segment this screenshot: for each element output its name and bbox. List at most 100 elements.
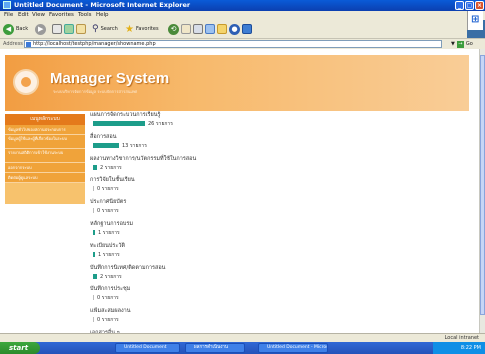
value-label: 13 รายการ <box>122 142 147 149</box>
chart-bar <box>93 273 97 279</box>
task-ie-window[interactable]: Untitled Document - Microsoft... <box>258 343 328 353</box>
chart-bar <box>93 229 95 235</box>
sidebar-item-contact[interactable]: ติดต่อผู้ดูแลระบบ <box>5 173 85 183</box>
search-icon[interactable]: ⚲ <box>92 24 99 34</box>
value-label: 1 รายการ <box>98 229 120 236</box>
chart-bar <box>93 142 119 148</box>
header-banner: Manager System ระบบบริหารจัดการข้อมูล ระ… <box>5 55 469 111</box>
category-label: บันทึกการประชุม <box>90 286 131 293</box>
chart-bar <box>93 186 94 192</box>
folder-icon[interactable] <box>217 24 227 34</box>
category-label: ผลงานทางวิชาการ/นวัตกรรมที่ใช้ในการสอน <box>90 155 197 162</box>
chart-bar <box>93 164 97 170</box>
chart-bar <box>93 295 94 301</box>
value-label: 26 รายการ <box>148 121 173 127</box>
stop-icon[interactable] <box>52 24 62 34</box>
sidebar-heading: เมนูหลักระบบ <box>5 114 85 125</box>
category-label: การวิจัยในชั้นเรียน <box>90 177 135 184</box>
history-icon[interactable]: ⟲ <box>168 23 179 35</box>
task-report[interactable]: ผลการดำเนินงาน <box>185 343 245 353</box>
start-button[interactable]: start <box>0 342 40 354</box>
address-label: Address <box>3 41 23 47</box>
taskbar: start Untitled Document ผลการดำเนินงาน U… <box>0 342 485 354</box>
logo <box>13 69 39 95</box>
category-label: หลักฐานการอบรม <box>90 220 133 227</box>
value-label: 0 รายการ <box>97 208 119 215</box>
value-label: 0 รายการ <box>97 186 119 193</box>
close-button[interactable]: × <box>475 1 484 10</box>
category-label: สื่อการสอน <box>90 133 117 140</box>
go-button[interactable]: Go <box>466 41 473 47</box>
windows-logo-icon: ⊞ <box>471 14 480 25</box>
category-label: แผนการจัดกระบวนการเรียนรู้ <box>90 112 161 118</box>
maximize-button[interactable]: ▢ <box>465 1 474 10</box>
chart-row: สื่อการสอน 13 รายการ <box>90 131 470 153</box>
minimize-button[interactable]: _ <box>455 1 464 10</box>
chart-row: แผนการจัดกระบวนการเรียนรู้ 26 รายการ <box>90 109 470 131</box>
chart-row: ทะเบียนประวัติ 1 รายการ <box>90 240 470 262</box>
chart-bar <box>93 121 145 126</box>
windows-logo-throbber: ⊞ <box>467 11 483 30</box>
refresh-icon[interactable] <box>64 24 74 34</box>
sidebar-menu: เมนูหลักระบบ ข้อมูลทั่วไปของสถานประกอบกา… <box>5 114 85 204</box>
value-label: 0 รายการ <box>97 295 119 302</box>
menu-edit[interactable]: Edit <box>18 12 29 18</box>
status-bar: Local intranet <box>0 333 485 342</box>
messenger-icon[interactable]: ● <box>229 23 240 35</box>
home-icon[interactable] <box>76 24 86 34</box>
sidebar-item-general[interactable]: ข้อมูลทั่วไปของสถานประกอบการ <box>5 125 85 135</box>
chart-row: การวิจัยในชั้นเรียน 0 รายการ <box>90 174 470 196</box>
address-input[interactable]: http://localhost/testphp/manager/shownam… <box>24 40 442 48</box>
scrollbar-thumb[interactable] <box>480 55 485 315</box>
address-url: http://localhost/testphp/manager/shownam… <box>33 41 156 47</box>
favorites-button[interactable]: Favorites <box>136 26 159 32</box>
toolbar: ◀ Back ▶ ⚲ Search ★ Favorites ⟲ ● <box>0 20 467 38</box>
category-label: ทะเบียนประวัติ <box>90 242 125 249</box>
address-dropdown-icon[interactable]: ▼ <box>451 41 455 47</box>
sidebar-item-logout[interactable]: ออกจากระบบ <box>5 163 85 173</box>
menu-tools[interactable]: Tools <box>78 12 92 18</box>
document-count-chart: แผนการจัดกระบวนการเรียนรู้ 26 รายการสื่อก… <box>90 109 470 333</box>
address-bar: Address http://localhost/testphp/manager… <box>0 38 485 49</box>
window-titlebar[interactable]: Untitled Document - Microsoft Internet E… <box>0 0 485 11</box>
sidebar-item-stats[interactable]: รายงานสถิติการเข้าใช้งานระบบ <box>5 149 85 163</box>
search-button[interactable]: Search <box>101 26 118 32</box>
print-icon[interactable] <box>193 24 203 34</box>
chart-row: ประกาศนียบัตร 0 รายการ <box>90 196 470 218</box>
go-arrow-icon[interactable]: → <box>456 40 464 48</box>
chart-bar <box>93 208 94 214</box>
page-content: Manager System ระบบบริหารจัดการข้อมูล ระ… <box>0 49 479 333</box>
forward-arrow-icon[interactable]: ▶ <box>35 23 47 35</box>
menu-help[interactable]: Help <box>96 12 109 18</box>
value-label: 2 รายการ <box>100 273 122 280</box>
window-title: Untitled Document - Microsoft Internet E… <box>14 1 191 9</box>
category-label: บันทึกการนิเทศ/ติดตามการสอน <box>90 264 166 271</box>
chart-row: บันทึกการประชุม 0 รายการ <box>90 283 470 305</box>
chart-bar <box>93 251 95 257</box>
banner-title: Manager System <box>50 70 170 87</box>
menu-favorites[interactable]: Favorites <box>49 12 74 18</box>
chart-row: บันทึกการนิเทศ/ติดตามการสอน 2 รายการ <box>90 262 470 284</box>
vertical-scrollbar[interactable] <box>479 49 485 333</box>
value-label: 2 รายการ <box>100 164 122 171</box>
value-label: 0 รายการ <box>97 317 119 324</box>
task-untitled-document[interactable]: Untitled Document <box>115 343 180 353</box>
mail-icon[interactable] <box>181 24 191 34</box>
chart-row: ผลงานทางวิชาการ/นวัตกรรมที่ใช้ในการสอน 2 … <box>90 153 470 175</box>
system-tray: 8:22 PM <box>433 342 485 354</box>
banner-subtitle: ระบบบริหารจัดการข้อมูล ระบบจัดการสารสนเท… <box>53 89 138 94</box>
status-zone: Local intranet <box>444 335 479 341</box>
category-label: แฟ้มสะสมผลงาน <box>90 308 131 315</box>
clock: 8:22 PM <box>460 345 481 351</box>
ie-icon <box>3 1 11 9</box>
edit-icon[interactable] <box>205 24 215 34</box>
back-arrow-icon[interactable]: ◀ <box>3 23 14 35</box>
category-label: ประกาศนียบัตร <box>90 199 127 206</box>
menu-file[interactable]: File <box>4 12 13 18</box>
chart-row: แฟ้มสะสมผลงาน 0 รายการ <box>90 305 470 327</box>
menu-view[interactable]: View <box>32 12 45 18</box>
favorites-star-icon[interactable]: ★ <box>125 24 134 35</box>
back-button[interactable]: Back <box>16 26 28 32</box>
research-icon[interactable] <box>242 24 252 34</box>
sidebar-item-users[interactable]: ข้อมูลผู้ใช้และผู้ที่เกี่ยวข้องในระบบ <box>5 135 85 149</box>
